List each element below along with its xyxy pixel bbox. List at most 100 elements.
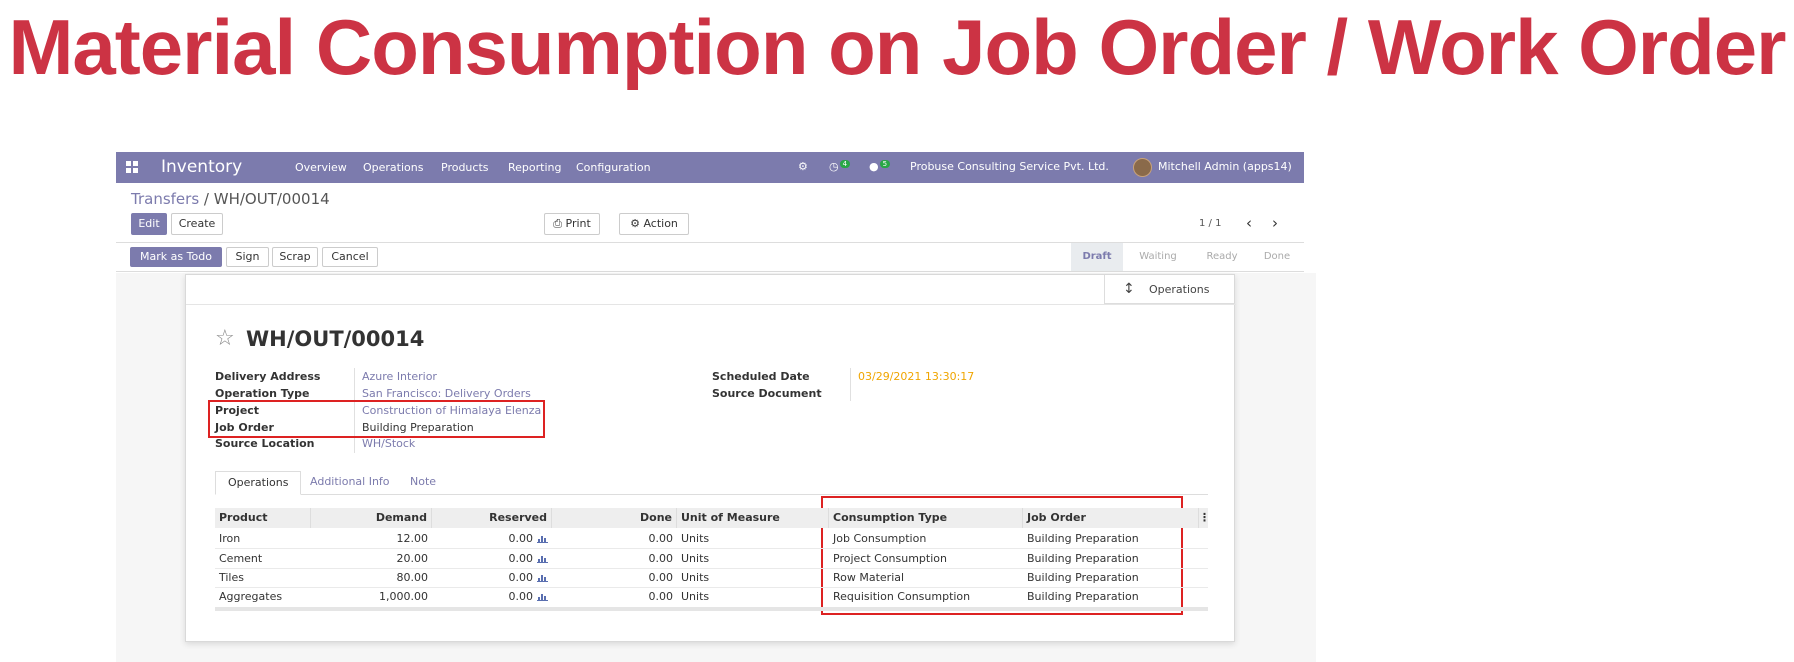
col-uom[interactable]: Unit of Measure	[677, 508, 829, 528]
cell-job-order[interactable]: Building Preparation	[1023, 588, 1199, 605]
cell-reserved[interactable]: 0.00	[432, 530, 552, 547]
cell-demand[interactable]: 80.00	[311, 569, 432, 586]
action-label: Action	[643, 217, 678, 230]
cell-consumption-type[interactable]: Row Material	[829, 569, 1023, 586]
value-operation-type[interactable]: San Francisco: Delivery Orders	[362, 387, 531, 400]
cell-done[interactable]: 0.00	[552, 530, 677, 547]
col-consumption-type[interactable]: Consumption Type	[829, 508, 1023, 528]
activity-icon[interactable]: ◷ 4	[829, 160, 851, 173]
breadcrumb-current: WH/OUT/00014	[213, 190, 330, 208]
stage-done: Done	[1263, 251, 1291, 262]
print-button[interactable]: ⎙ Print	[544, 213, 600, 235]
stage-waiting: Waiting	[1139, 251, 1177, 262]
banner-title: Material Consumption on Job Order / Work…	[8, 3, 1786, 91]
message-badge: 5	[879, 160, 891, 168]
label-delivery-address: Delivery Address	[215, 370, 321, 383]
value-scheduled-date[interactable]: 03/29/2021 13:30:17	[858, 370, 974, 383]
cell-demand[interactable]: 1,000.00	[311, 588, 432, 605]
cell-uom[interactable]: Units	[677, 588, 829, 605]
cell-job-order[interactable]: Building Preparation	[1023, 550, 1199, 567]
label-scheduled-date: Scheduled Date	[712, 370, 810, 383]
bug-icon[interactable]: ⚙	[798, 160, 808, 173]
label-source-document: Source Document	[712, 387, 822, 400]
header-divider	[186, 304, 1236, 305]
company-name[interactable]: Probuse Consulting Service Pvt. Ltd.	[910, 160, 1109, 173]
cell-reserved[interactable]: 0.00	[432, 588, 552, 605]
field-separator-right	[850, 368, 851, 401]
sign-button[interactable]: Sign	[226, 247, 269, 267]
column-options-icon[interactable]: ⋮	[1199, 508, 1210, 528]
cell-product[interactable]: Iron	[215, 530, 311, 547]
stage-draft: Draft	[1071, 243, 1123, 271]
record-title: WH/OUT/00014	[246, 327, 425, 351]
tab-additional-info[interactable]: Additional Info	[310, 471, 390, 495]
operations-smart-button[interactable]: ↕ Operations	[1104, 275, 1235, 304]
menu-reporting[interactable]: Reporting	[508, 161, 561, 174]
mark-as-todo-button[interactable]: Mark as Todo	[130, 247, 222, 267]
cell-reserved[interactable]: 0.00	[432, 550, 552, 567]
cell-demand[interactable]: 12.00	[311, 530, 432, 547]
star-icon[interactable]: ☆	[215, 326, 235, 351]
tab-operations[interactable]: Operations	[215, 471, 302, 495]
chevron-left-icon[interactable]: ‹	[1246, 214, 1252, 232]
top-navbar: Inventory Overview Operations Products R…	[116, 152, 1304, 183]
statusbar: Mark as Todo Sign Scrap Cancel Draft Wai…	[116, 242, 1304, 272]
cell-job-order[interactable]: Building Preparation	[1023, 530, 1199, 547]
breadcrumb-transfers[interactable]: Transfers	[131, 190, 199, 208]
table-footer	[215, 607, 1208, 611]
value-source-location[interactable]: WH/Stock	[362, 437, 415, 450]
create-button[interactable]: Create	[171, 213, 223, 235]
value-delivery-address[interactable]: Azure Interior	[362, 370, 437, 383]
cell-reserved[interactable]: 0.00	[432, 569, 552, 586]
menu-overview[interactable]: Overview	[295, 161, 347, 174]
cell-done[interactable]: 0.00	[552, 550, 677, 567]
col-done[interactable]: Done	[552, 508, 677, 528]
cell-uom[interactable]: Units	[677, 530, 829, 547]
activity-badge: 4	[839, 160, 851, 168]
cell-uom[interactable]: Units	[677, 550, 829, 567]
apps-menu-icon[interactable]	[126, 161, 138, 173]
pager-value[interactable]: 1 / 1	[1199, 218, 1221, 229]
arrows-v-icon: ↕	[1123, 281, 1135, 297]
cell-done[interactable]: 0.00	[552, 569, 677, 586]
user-menu[interactable]: Mitchell Admin (apps14)	[1158, 160, 1292, 173]
cancel-button[interactable]: Cancel	[322, 247, 378, 267]
menu-operations[interactable]: Operations	[363, 161, 423, 174]
avatar[interactable]	[1133, 158, 1152, 177]
cell-demand[interactable]: 20.00	[311, 550, 432, 567]
form-sheet: ↕ Operations ☆ WH/OUT/00014 Delivery Add…	[185, 274, 1236, 642]
chat-icon[interactable]: ● 5	[869, 160, 891, 173]
cell-product[interactable]: Aggregates	[215, 588, 311, 605]
cell-consumption-type[interactable]: Job Consumption	[829, 530, 1023, 547]
menu-configuration[interactable]: Configuration	[576, 161, 651, 174]
chevron-right-icon[interactable]: ›	[1272, 214, 1278, 232]
tab-note[interactable]: Note	[410, 471, 436, 495]
menu-products[interactable]: Products	[441, 161, 489, 174]
forecast-chart-icon[interactable]	[537, 555, 548, 563]
col-job-order[interactable]: Job Order	[1023, 508, 1199, 528]
cell-product[interactable]: Tiles	[215, 569, 311, 586]
scrap-button[interactable]: Scrap	[272, 247, 318, 267]
forecast-chart-icon[interactable]	[537, 574, 548, 582]
col-demand[interactable]: Demand	[311, 508, 432, 528]
cell-consumption-type[interactable]: Requisition Consumption	[829, 588, 1023, 605]
app-name[interactable]: Inventory	[161, 157, 242, 177]
stage-ready: Ready	[1206, 251, 1238, 262]
gear-icon: ⚙	[630, 217, 640, 230]
action-button[interactable]: ⚙ Action	[619, 213, 689, 235]
breadcrumb: Transfers / WH/OUT/00014	[131, 190, 330, 208]
edit-button[interactable]: Edit	[131, 213, 167, 235]
col-product[interactable]: Product	[215, 508, 311, 528]
cell-consumption-type[interactable]: Project Consumption	[829, 550, 1023, 567]
label-source-location: Source Location	[215, 437, 315, 450]
cell-job-order[interactable]: Building Preparation	[1023, 569, 1199, 586]
cell-product[interactable]: Cement	[215, 550, 311, 567]
cell-reserved-value: 0.00	[508, 532, 534, 545]
cell-done[interactable]: 0.00	[552, 588, 677, 605]
cell-uom[interactable]: Units	[677, 569, 829, 586]
forecast-chart-icon[interactable]	[537, 535, 548, 543]
row-divider	[215, 548, 1208, 549]
forecast-chart-icon[interactable]	[537, 593, 548, 601]
col-reserved[interactable]: Reserved	[432, 508, 552, 528]
label-operation-type: Operation Type	[215, 387, 310, 400]
